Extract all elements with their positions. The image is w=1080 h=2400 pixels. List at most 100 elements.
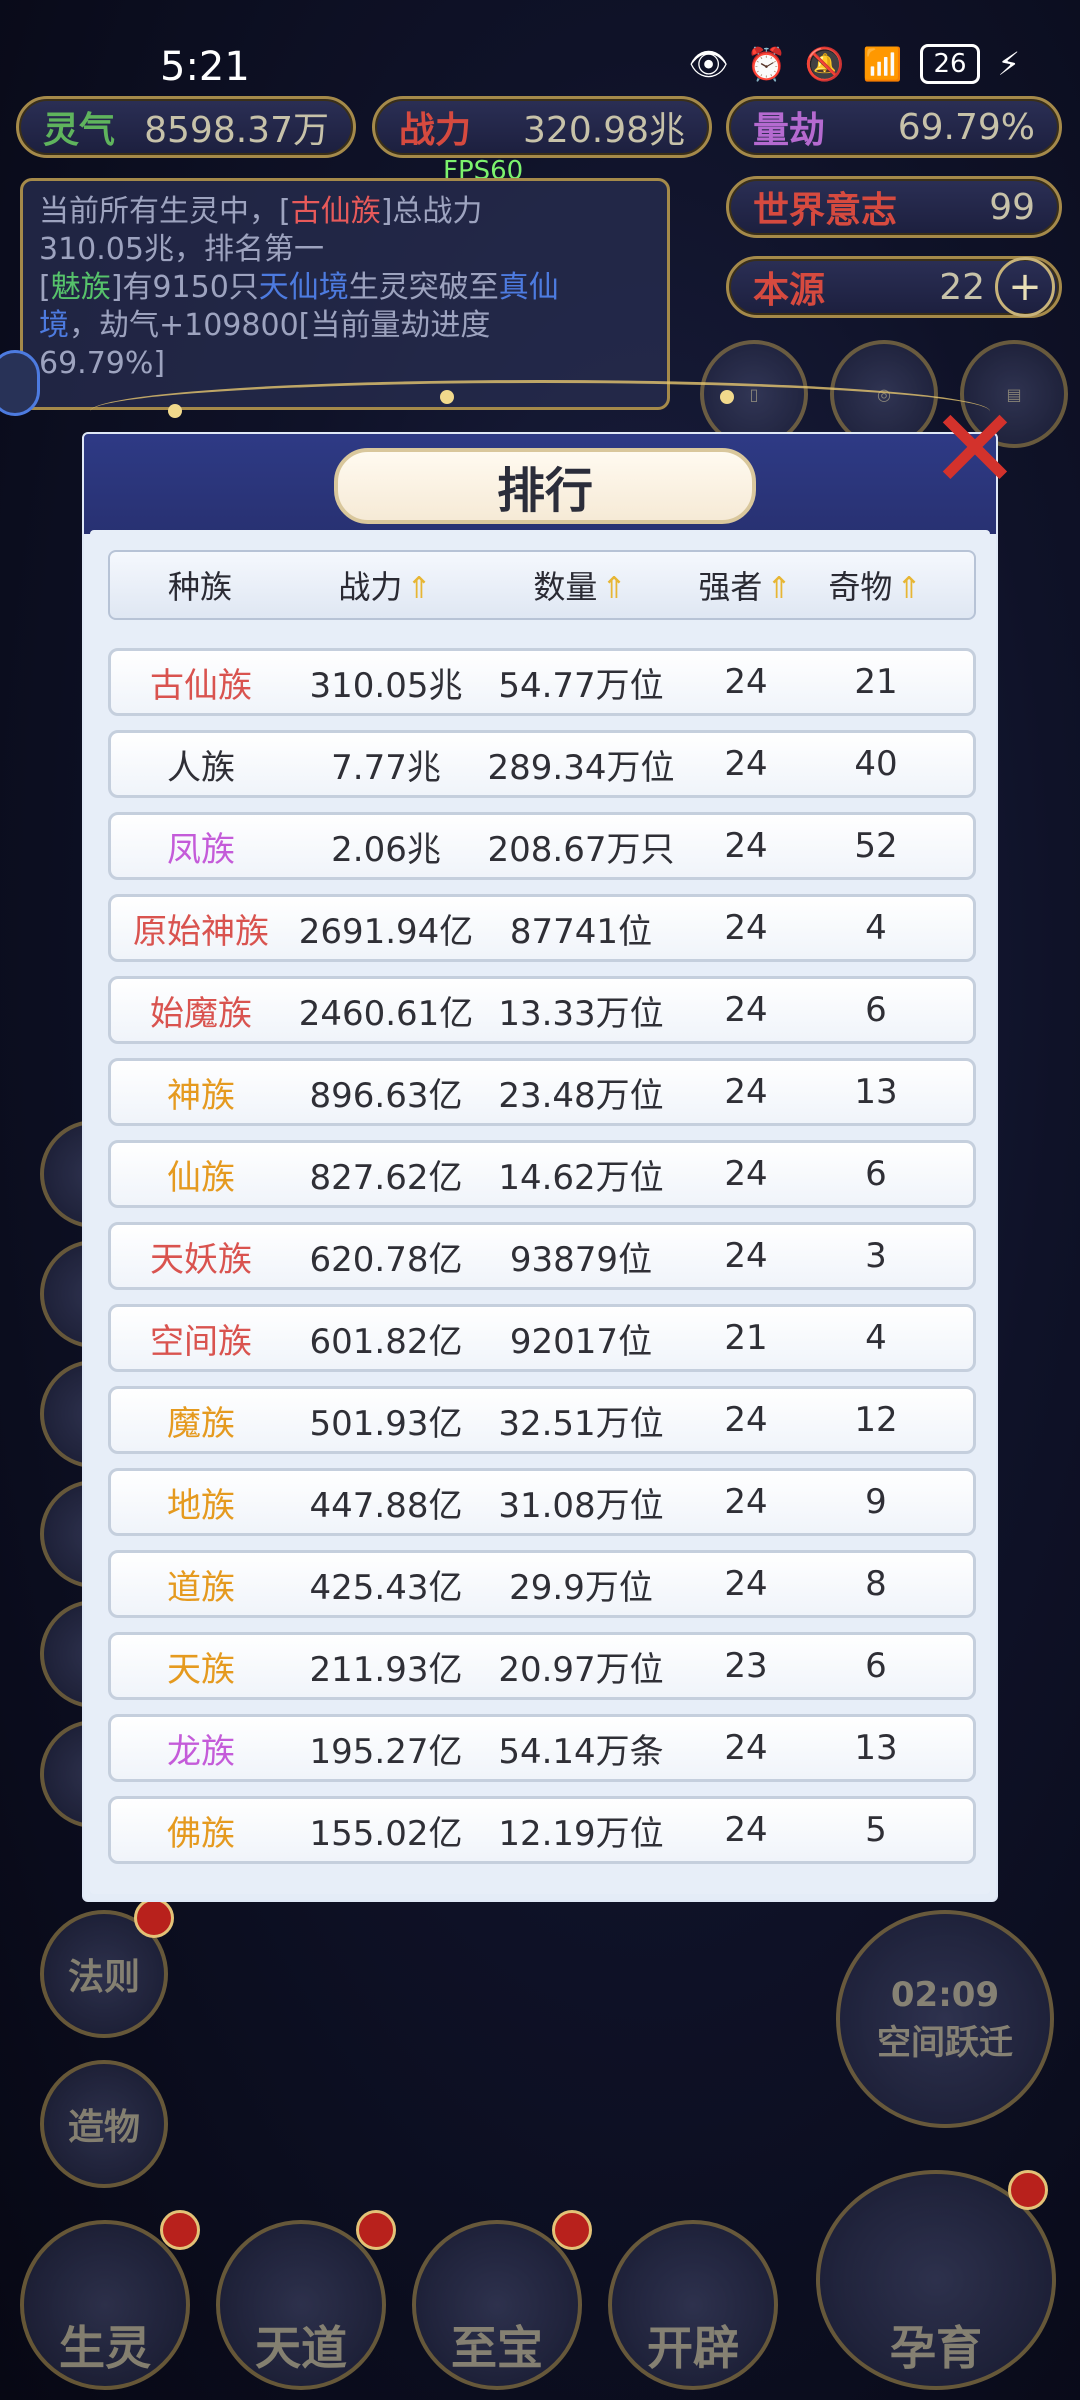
row-count: 92017位 [509,1321,653,1362]
table-row[interactable]: 道族 425.43亿 29.9万位 24 8 [108,1550,976,1618]
nav-kaipi[interactable]: 开辟 [608,2220,778,2390]
row-race: 古仙族 [150,665,252,706]
resource-liangjie-value: 69.79% [897,106,1035,148]
table-row[interactable]: 原始神族 2691.94亿 87741位 24 4 [108,894,976,962]
clock: 5:21 [160,44,250,90]
message-line: 当前所有生灵中，[古仙族]总战力 [39,194,483,229]
row-power: 2.06兆 [331,829,441,870]
row-count: 14.62万位 [498,1157,664,1198]
row-race: 天族 [167,1649,235,1690]
row-strong: 24 [724,826,768,866]
row-power: 501.93亿 [309,1403,463,1444]
header-count[interactable]: 数量 ⇑ [480,562,680,608]
sort-arrow-icon[interactable]: ⇑ [896,571,921,606]
message-line: 境，劫气+109800[当前量劫进度 [39,308,491,343]
row-race: 道族 [167,1567,235,1608]
row-strong: 24 [724,1236,768,1276]
sort-arrow-icon[interactable]: ⇑ [766,571,791,606]
row-power: 7.77兆 [331,747,441,788]
sort-arrow-icon[interactable]: ⇑ [406,571,431,606]
decorative-bead [168,404,182,418]
row-rare: 6 [865,1646,887,1686]
resource-liangjie-label: 量劫 [753,110,826,151]
table-row[interactable]: 始魔族 2460.61亿 13.33万位 24 6 [108,976,976,1044]
row-count: 13.33万位 [498,993,664,1034]
row-count: 12.19万位 [498,1813,664,1854]
table-row[interactable]: 地族 447.88亿 31.08万位 24 9 [108,1468,976,1536]
resource-zhanli[interactable]: 战力 320.98兆 [372,96,712,158]
nav-shengling[interactable]: 生灵 [20,2220,190,2390]
row-race: 人族 [167,747,235,788]
resource-shijie[interactable]: 世界意志 99 [726,176,1062,238]
decorative-bead [440,390,454,404]
row-power: 425.43亿 [309,1567,463,1608]
row-race: 凤族 [167,829,235,870]
table-row[interactable]: 古仙族 310.05兆 54.77万位 24 21 [108,648,976,716]
row-count: 87741位 [509,911,653,952]
row-strong: 24 [724,990,768,1030]
battery-icon: 26 [920,44,980,84]
table-row[interactable]: 天族 211.93亿 20.97万位 23 6 [108,1632,976,1700]
row-race: 地族 [167,1485,235,1526]
row-rare: 8 [865,1564,887,1604]
table-row[interactable]: 人族 7.77兆 289.34万位 24 40 [108,730,976,798]
resource-benyuan-label: 本源 [753,270,826,311]
header-rare[interactable]: 奇物 ⇑ [810,562,940,608]
side-tab[interactable] [0,350,40,416]
row-count: 54.77万位 [498,665,664,706]
mute-icon: 🔕 [804,45,845,83]
row-strong: 24 [724,908,768,948]
nav-tiandao[interactable]: 天道 [216,2220,386,2390]
table-row[interactable]: 天妖族 620.78亿 93879位 24 3 [108,1222,976,1290]
row-strong: 24 [724,1400,768,1440]
resource-zhanli-label: 战力 [399,110,472,151]
row-rare: 5 [865,1810,887,1850]
sort-arrow-icon[interactable]: ⇑ [601,571,626,606]
row-power: 896.63亿 [309,1075,463,1116]
space-jump-timer: 02:09 [890,1974,1000,2015]
table-header: 种族 战力 ⇑ 数量 ⇑ 强者 ⇑ 奇物 ⇑ [108,550,976,620]
space-jump-button[interactable]: 02:09 空间跃迁 [836,1910,1054,2128]
row-rare: 13 [854,1072,898,1112]
row-power: 447.88亿 [309,1485,463,1526]
row-rare: 4 [865,908,887,948]
alarm-icon: ⏰ [746,45,787,83]
resource-benyuan[interactable]: 本源 22 + [726,256,1062,318]
add-benyuan-button[interactable]: + [995,257,1055,317]
header-strong[interactable]: 强者 ⇑ [680,562,810,608]
decorative-bead [720,390,734,404]
table-row[interactable]: 魔族 501.93亿 32.51万位 24 12 [108,1386,976,1454]
table-row[interactable]: 仙族 827.62亿 14.62万位 24 6 [108,1140,976,1208]
nav-zhibao[interactable]: 至宝 [412,2220,582,2390]
resource-zhanli-value: 320.98兆 [523,110,685,151]
resource-liangjie[interactable]: 量劫 69.79% [726,96,1062,158]
row-count: 289.34万位 [487,747,675,788]
zaowu-button[interactable]: 造物 [40,2060,168,2188]
row-power: 601.82亿 [309,1321,463,1362]
row-strong: 23 [724,1646,768,1686]
ranking-list[interactable]: 古仙族 310.05兆 54.77万位 24 21 人族 7.77兆 289.34万位 24 40… [108,648,976,1868]
row-power: 2691.94亿 [298,911,474,952]
row-rare: 3 [865,1236,887,1276]
table-row[interactable]: 空间族 601.82亿 92017位 21 4 [108,1304,976,1372]
charging-icon: ⚡ [997,45,1020,83]
table-row[interactable]: 凤族 2.06兆 208.67万只 24 52 [108,812,976,880]
notification-dot [160,2210,200,2250]
row-power: 155.02亿 [309,1813,463,1854]
header-power[interactable]: 战力 ⇑ [290,562,480,608]
row-strong: 24 [724,1810,768,1850]
notification-dot [356,2210,396,2250]
row-rare: 40 [854,744,898,784]
row-power: 211.93亿 [309,1649,463,1690]
resource-shijie-label: 世界意志 [753,190,898,231]
resource-lingqi[interactable]: 灵气 8598.37万 [16,96,356,158]
row-count: 31.08万位 [498,1485,664,1526]
table-row[interactable]: 佛族 155.02亿 12.19万位 24 5 [108,1796,976,1864]
close-icon[interactable]: ✕ [920,394,1030,504]
notification-dot [552,2210,592,2250]
table-row[interactable]: 神族 896.63亿 23.48万位 24 13 [108,1058,976,1126]
row-power: 620.78亿 [309,1239,463,1280]
table-row[interactable]: 龙族 195.27亿 54.14万条 24 13 [108,1714,976,1782]
row-count: 29.9万位 [509,1567,653,1608]
row-race: 魔族 [167,1403,235,1444]
